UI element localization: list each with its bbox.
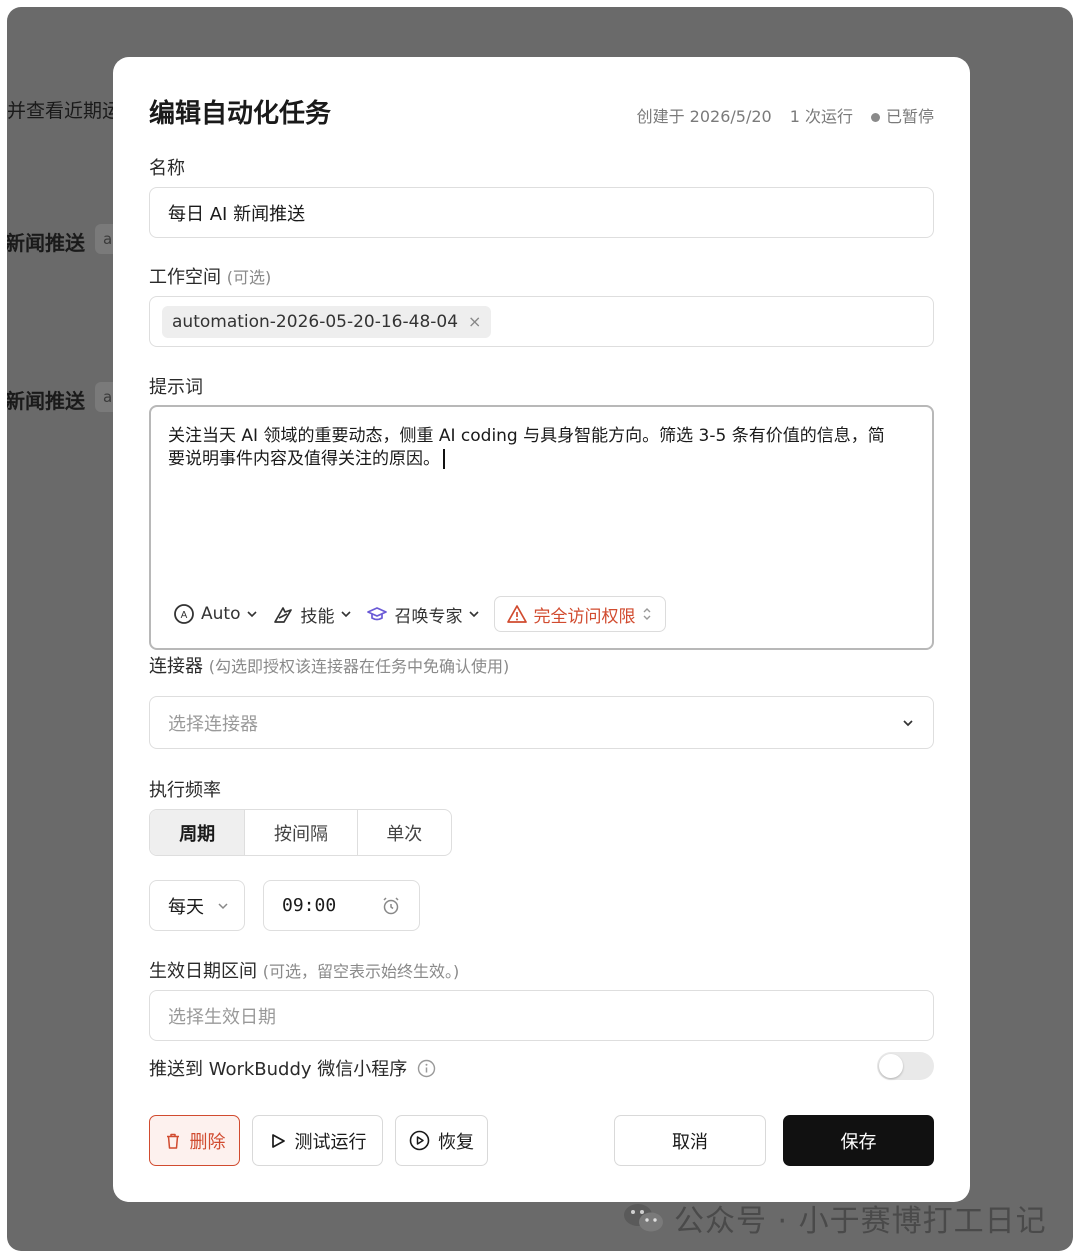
time-input[interactable]: 09:00 — [263, 880, 420, 931]
background-item-title: 新闻推送 — [7, 231, 85, 255]
tab-periodic[interactable]: 周期 — [150, 810, 246, 855]
connector-placeholder: 选择连接器 — [168, 713, 258, 735]
svg-text:A: A — [181, 610, 188, 621]
chevron-down-icon — [341, 611, 352, 618]
status-dot-icon — [870, 113, 880, 122]
prompt-textarea[interactable]: 关注当天 AI 领域的重要动态，侧重 AI coding 与具身智能方向。筛选 … — [149, 405, 934, 650]
edit-automation-dialog: 编辑自动化任务 创建于 2026/5/20 1 次运行 已暂停 名称 每日 AI… — [113, 57, 970, 1202]
name-input[interactable]: 每日 AI 新闻推送 — [149, 187, 934, 238]
chevron-down-icon — [469, 611, 480, 618]
status-badge: 已暂停 — [870, 103, 934, 127]
workspace-label: 工作空间 (可选) — [149, 263, 271, 289]
permission-selector[interactable]: 完全访问权限 — [494, 596, 667, 632]
test-run-label: 测试运行 — [294, 1131, 367, 1153]
play-icon — [271, 1133, 285, 1148]
expert-label: 召唤专家 — [394, 606, 463, 627]
watermark: 公众号 · 小于赛博打工日记 — [622, 1196, 1047, 1240]
prompt-label: 提示词 — [149, 377, 203, 398]
push-label: 推送到 WorkBuddy 微信小程序 — [149, 1055, 436, 1081]
date-range-label-text: 生效日期区间 — [149, 961, 257, 982]
time-value: 09:00 — [282, 895, 337, 916]
resume-label: 恢复 — [438, 1131, 474, 1153]
chevron-up-down-icon — [643, 608, 651, 620]
save-button[interactable]: 保存 — [783, 1115, 934, 1166]
name-input-value: 每日 AI 新闻推送 — [168, 203, 306, 225]
prompt-toolbar: A Auto 技能 召唤专家 完全访问权限 — [173, 596, 667, 632]
workspace-label-hint: (可选) — [226, 268, 272, 287]
frequency-tabs: 周期 按间隔 单次 — [149, 809, 452, 856]
task-meta: 创建于 2026/5/20 1 次运行 已暂停 — [637, 103, 934, 127]
background-text: 并查看近期运 — [7, 100, 122, 122]
prompt-text: 关注当天 AI 领域的重要动态，侧重 AI coding 与具身智能方向。筛选 … — [168, 425, 898, 471]
watermark-text: 公众号 · 小于赛博打工日记 — [674, 1204, 1047, 1239]
push-toggle[interactable] — [877, 1052, 934, 1080]
model-selector[interactable]: A Auto — [173, 603, 258, 625]
date-range-label-hint: (可选，留空表示始终生效。) — [262, 962, 460, 981]
tab-once[interactable]: 单次 — [358, 810, 451, 855]
skills-icon — [274, 607, 293, 623]
chevron-down-icon — [903, 719, 913, 726]
auto-model-icon: A — [174, 604, 194, 624]
tab-interval[interactable]: 按间隔 — [245, 810, 358, 855]
run-count: 1 次运行 — [789, 107, 853, 126]
connector-label: 连接器 (勾选即授权该连接器在任务中免确认使用) — [149, 652, 509, 678]
warning-icon — [507, 605, 528, 623]
chevron-down-icon — [247, 611, 258, 618]
push-label-text: 推送到 WorkBuddy 微信小程序 — [149, 1059, 408, 1080]
play-circle-icon — [409, 1130, 430, 1151]
toggle-knob — [879, 1054, 903, 1078]
wechat-icon — [624, 1204, 663, 1232]
connector-select[interactable]: 选择连接器 — [149, 696, 934, 749]
test-run-button[interactable]: 测试运行 — [252, 1115, 383, 1166]
frequency-label: 执行频率 — [149, 780, 221, 801]
name-label: 名称 — [149, 158, 185, 179]
period-value: 每天 — [168, 896, 204, 918]
resume-button[interactable]: 恢复 — [395, 1115, 488, 1166]
chip-remove-icon[interactable]: × — [468, 312, 481, 331]
alarm-clock-icon[interactable] — [381, 896, 401, 916]
workspace-chip-label: automation-2026-05-20-16-48-04 — [172, 311, 459, 332]
background-item-title: 新闻推送 — [7, 389, 85, 413]
status-text: 已暂停 — [885, 107, 934, 126]
connector-label-hint: (勾选即授权该连接器在任务中免确认使用) — [208, 657, 510, 676]
date-range-placeholder: 选择生效日期 — [168, 1006, 276, 1028]
workspace-select[interactable]: automation-2026-05-20-16-48-04 × — [149, 296, 934, 347]
date-range-label: 生效日期区间 (可选，留空表示始终生效。) — [149, 957, 459, 983]
delete-label: 删除 — [189, 1131, 226, 1153]
delete-button[interactable]: 删除 — [149, 1115, 240, 1166]
expert-selector[interactable]: 召唤专家 — [366, 602, 480, 627]
created-date: 创建于 2026/5/20 — [636, 107, 772, 126]
workspace-chip: automation-2026-05-20-16-48-04 × — [162, 305, 492, 338]
chevron-down-icon — [218, 902, 228, 909]
period-select[interactable]: 每天 — [149, 880, 245, 931]
permission-label: 完全访问权限 — [533, 606, 636, 627]
skills-selector[interactable]: 技能 — [272, 602, 352, 627]
model-label: Auto — [201, 604, 241, 624]
date-range-input[interactable]: 选择生效日期 — [149, 990, 934, 1041]
trash-icon — [166, 1133, 179, 1149]
graduation-cap-icon — [367, 607, 388, 621]
prompt-value: 关注当天 AI 领域的重要动态，侧重 AI coding 与具身智能方向。筛选 … — [168, 426, 885, 469]
skills-label: 技能 — [300, 606, 335, 627]
text-caret — [443, 449, 445, 469]
workspace-label-text: 工作空间 — [149, 267, 221, 288]
info-icon[interactable] — [417, 1059, 436, 1078]
cancel-button[interactable]: 取消 — [614, 1115, 766, 1166]
connector-label-text: 连接器 — [149, 656, 203, 677]
dialog-title: 编辑自动化任务 — [149, 99, 332, 129]
